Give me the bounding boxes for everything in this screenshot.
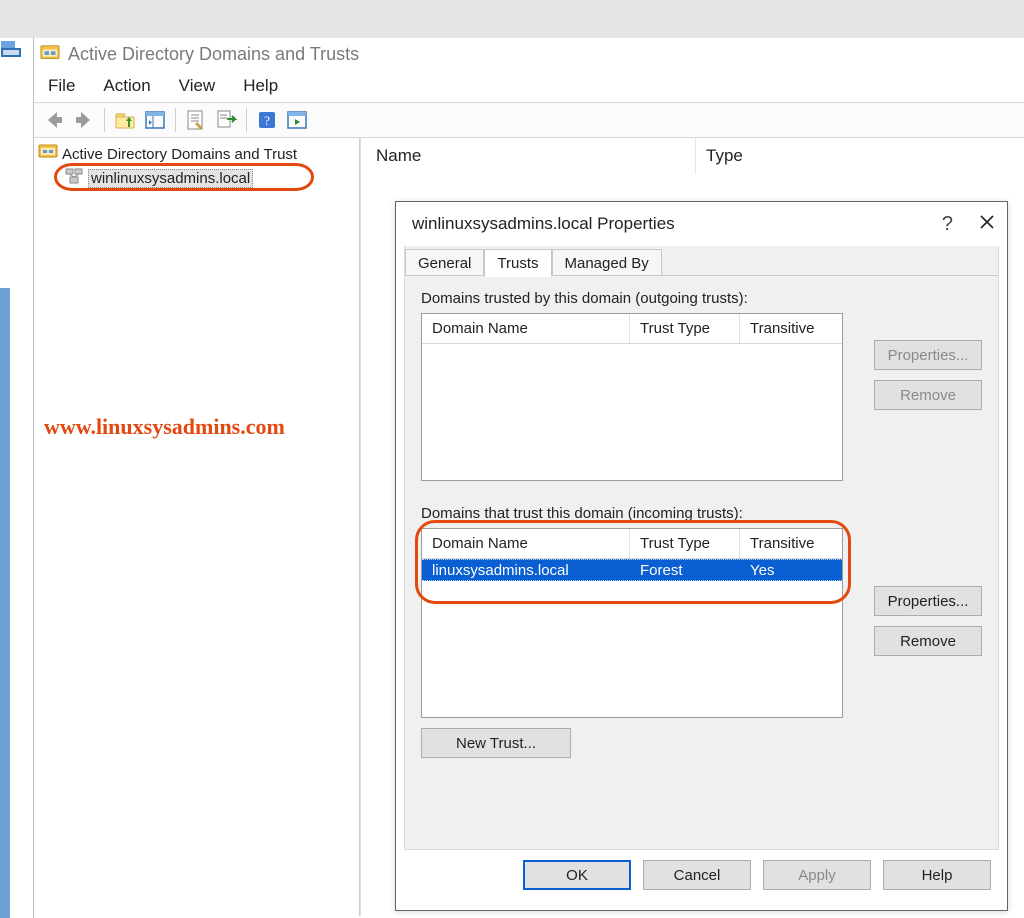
menu-view[interactable]: View — [179, 76, 216, 96]
tab-general[interactable]: General — [405, 249, 484, 277]
left-tab-edge — [0, 288, 10, 918]
dialog-title-bar[interactable]: winlinuxsysadmins.local Properties ? — [396, 202, 1007, 246]
incoming-table-header: Domain Name Trust Type Transitive — [422, 529, 842, 559]
domain-icon — [64, 166, 84, 190]
tab-strip: General Trusts Managed By — [405, 246, 998, 276]
dialog-body: General Trusts Managed By Domains truste… — [404, 246, 999, 850]
title-bar: Active Directory Domains and Trusts — [34, 38, 1024, 70]
toolbar-sep-1 — [104, 108, 105, 132]
server-manager-icon — [0, 38, 22, 60]
menu-bar: File Action View Help — [34, 70, 1024, 102]
toolbar-sep-3 — [246, 108, 247, 132]
app-icon — [40, 44, 60, 64]
col-trust-type[interactable]: Trust Type — [630, 314, 740, 343]
cell-trust-type: Forest — [630, 560, 740, 580]
outgoing-trusts-table[interactable]: Domain Name Trust Type Transitive — [421, 313, 843, 481]
menu-help[interactable]: Help — [243, 76, 278, 96]
tree-root-label: Active Directory Domains and Trust — [62, 146, 297, 163]
tab-managed-by[interactable]: Managed By — [552, 249, 662, 277]
apply-button: Apply — [763, 860, 871, 890]
cancel-button[interactable]: Cancel — [643, 860, 751, 890]
dialog-title-text: winlinuxsysadmins.local Properties — [412, 214, 675, 234]
help-footer-button[interactable]: Help — [883, 860, 991, 890]
outgoing-side-buttons: Properties... Remove — [874, 340, 982, 410]
incoming-remove-button[interactable]: Remove — [874, 626, 982, 656]
menu-file[interactable]: File — [48, 76, 75, 96]
properties-dialog: winlinuxsysadmins.local Properties ? Gen… — [395, 201, 1008, 911]
tree-pane[interactable]: Active Directory Domains and Trust winli… — [34, 138, 360, 916]
show-hide-tree-button[interactable] — [141, 106, 169, 134]
menu-action[interactable]: Action — [103, 76, 150, 96]
dialog-footer: OK Cancel Apply Help — [396, 850, 1007, 900]
incoming-side-buttons: Properties... Remove — [874, 586, 982, 656]
list-col-type[interactable]: Type — [696, 138, 1024, 174]
incoming-trusts-table[interactable]: Domain Name Trust Type Transitive linuxs… — [421, 528, 843, 718]
close-icon[interactable] — [979, 214, 995, 235]
tab-page-trusts: Domains trusted by this domain (outgoing… — [405, 275, 998, 849]
outgoing-remove-button: Remove — [874, 380, 982, 410]
cell-domain: linuxsysadmins.local — [422, 560, 630, 580]
toolbar-sep-2 — [175, 108, 176, 132]
list-header: Name Type — [361, 138, 1024, 174]
properties-button[interactable] — [182, 106, 210, 134]
tab-trusts[interactable]: Trusts — [484, 249, 551, 277]
table-row[interactable]: linuxsysadmins.local Forest Yes — [422, 559, 842, 581]
new-trust-button[interactable]: New Trust... — [421, 728, 571, 758]
incoming-properties-button[interactable]: Properties... — [874, 586, 982, 616]
list-col-name[interactable]: Name — [366, 138, 696, 174]
col-domain-name-2[interactable]: Domain Name — [422, 529, 630, 558]
watermark-text: www.linuxsysadmins.com — [44, 414, 285, 440]
outgoing-trusts-label: Domains trusted by this domain (outgoing… — [421, 290, 982, 307]
col-domain-name[interactable]: Domain Name — [422, 314, 630, 343]
outgoing-table-header: Domain Name Trust Type Transitive — [422, 314, 842, 344]
help-button[interactable]: ? — [253, 106, 281, 134]
tree-domain-label: winlinuxsysadmins.local — [88, 169, 253, 188]
toolbar: ? — [34, 102, 1024, 138]
svg-text:?: ? — [264, 113, 270, 128]
domains-root-icon — [38, 142, 58, 166]
ok-button[interactable]: OK — [523, 860, 631, 890]
cell-transitive: Yes — [740, 560, 842, 580]
tree-root-row[interactable]: Active Directory Domains and Trust — [38, 142, 355, 166]
back-button[interactable] — [40, 106, 68, 134]
show-hide-action-pane-button[interactable] — [283, 106, 311, 134]
outer-banner — [0, 0, 1024, 38]
col-transitive-2[interactable]: Transitive — [740, 529, 842, 558]
window-title: Active Directory Domains and Trusts — [68, 44, 359, 65]
up-one-level-button[interactable] — [111, 106, 139, 134]
outgoing-table-body — [422, 344, 842, 480]
tree-domain-row[interactable]: winlinuxsysadmins.local — [38, 166, 355, 190]
col-trust-type-2[interactable]: Trust Type — [630, 529, 740, 558]
outer-left-fragment — [0, 38, 33, 918]
col-transitive[interactable]: Transitive — [740, 314, 842, 343]
export-list-button[interactable] — [212, 106, 240, 134]
outgoing-properties-button: Properties... — [874, 340, 982, 370]
incoming-table-body: linuxsysadmins.local Forest Yes — [422, 559, 842, 717]
incoming-trusts-label: Domains that trust this domain (incoming… — [421, 505, 982, 522]
forward-button[interactable] — [70, 106, 98, 134]
dialog-help-button[interactable]: ? — [942, 213, 953, 236]
